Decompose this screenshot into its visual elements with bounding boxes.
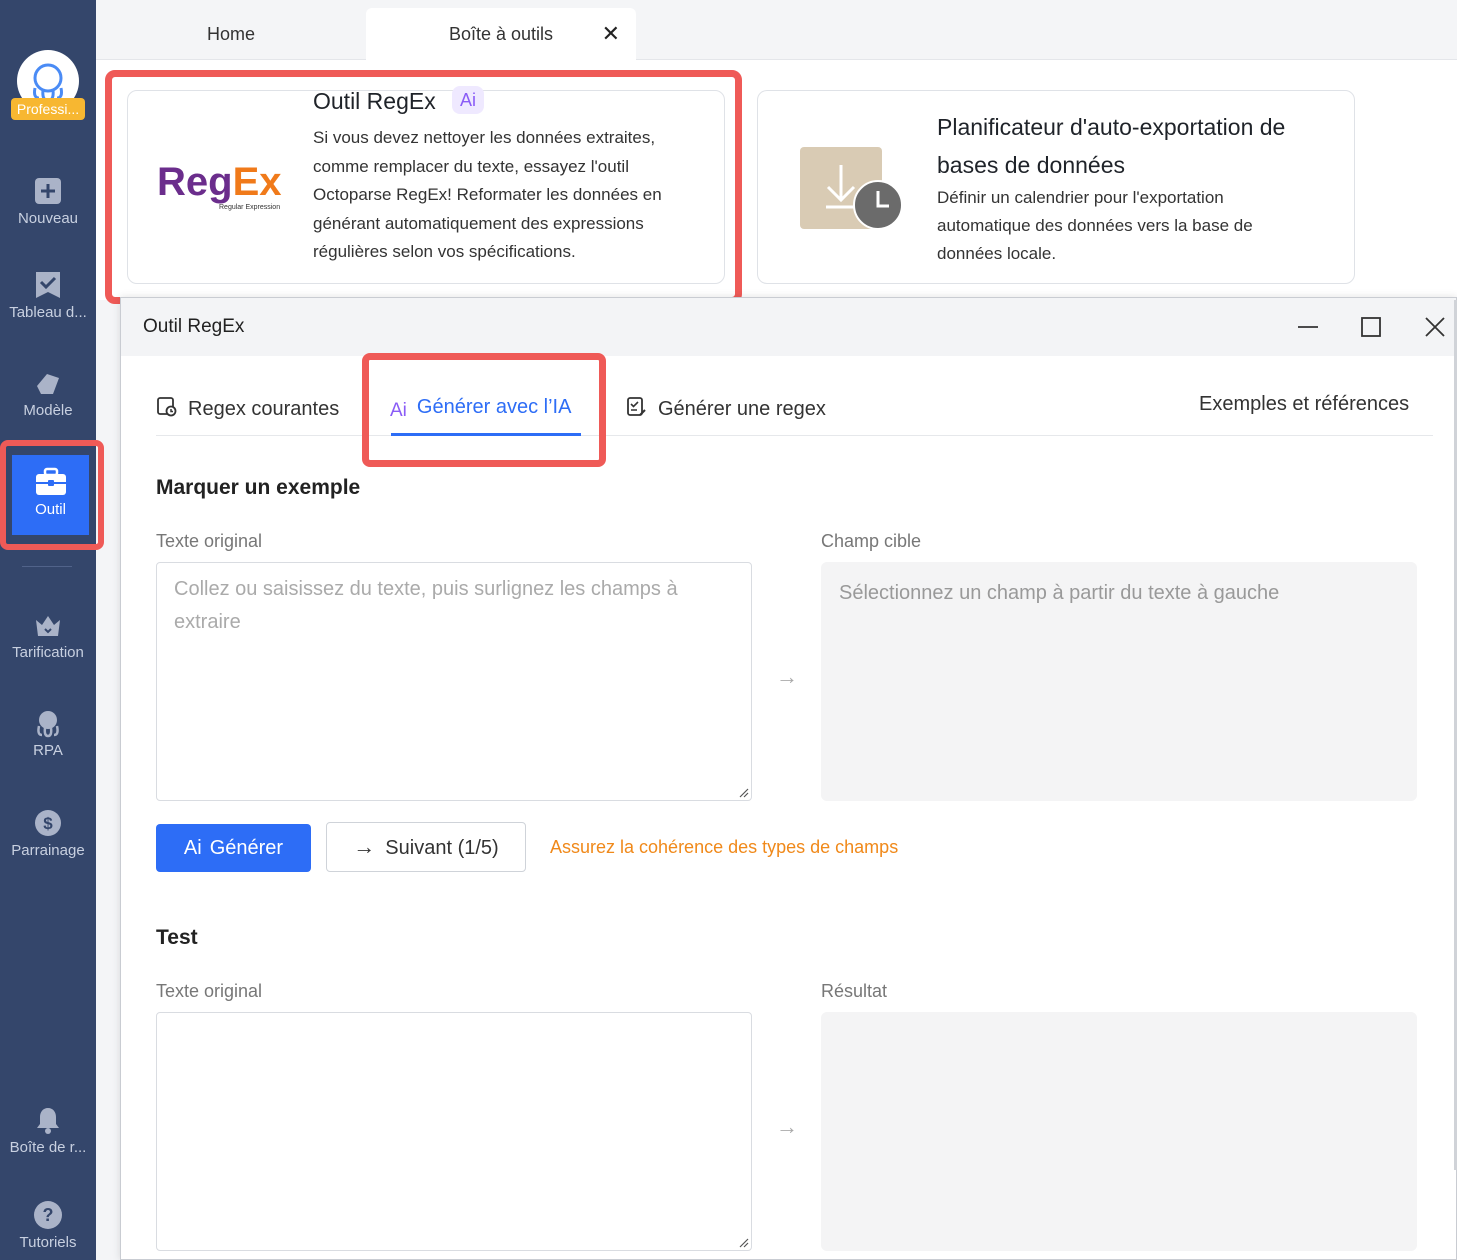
minimize-icon[interactable] — [1293, 312, 1323, 342]
nav-label: Tutoriels — [19, 1234, 77, 1251]
target-field-box[interactable]: Sélectionnez un champ à partir du texte … — [821, 562, 1417, 801]
next-button[interactable]: → Suivant (1/5) — [326, 822, 526, 872]
nav-rpa[interactable]: RPA — [0, 708, 96, 759]
arrow-right-icon: → — [776, 664, 798, 689]
result-box — [821, 1012, 1417, 1251]
generate-button[interactable]: Ai Générer — [156, 824, 311, 872]
nav-label: Tableau d... — [9, 304, 87, 321]
resize-grip-icon[interactable] — [737, 786, 749, 798]
result-label: Résultat — [821, 981, 888, 1001]
tab-home[interactable]: Home — [166, 8, 296, 60]
field-type-consistency-link[interactable]: Assurez la cohérence des types de champs — [550, 837, 898, 858]
mark-section-title: Marquer un exemple — [156, 476, 361, 499]
rpa-octopus-icon — [37, 711, 59, 738]
nav-label: Boîte de r... — [9, 1139, 87, 1156]
dialog-titlebar[interactable]: Outil RegEx — [121, 298, 1456, 356]
nav-boite-reception[interactable]: Boîte de r... — [0, 1105, 96, 1156]
target-field-label: Champ cible — [821, 531, 922, 551]
nav-label: Modèle — [23, 402, 73, 419]
dashboard-check-icon — [36, 272, 60, 298]
plan-badge: Professi... — [11, 98, 85, 120]
tab-boite-a-outils[interactable]: Boîte à outils ✕ — [366, 8, 636, 60]
crown-icon — [36, 616, 60, 636]
regex-tool-dialog: Outil RegEx Regex courantes Ai Générer av… — [120, 297, 1457, 1260]
dollar-icon: $ — [35, 810, 61, 836]
maximize-icon[interactable] — [1356, 312, 1386, 342]
nav-label: RPA — [33, 742, 63, 759]
generate-label: Générer — [209, 837, 284, 859]
scheduler-card-description: Définir un calendrier pour l'exportation… — [937, 188, 1253, 263]
nav-divider — [22, 566, 72, 567]
nav-modele[interactable]: Modèle — [0, 368, 96, 419]
sidebar: Professi... Nouveau Tableau d... Modèle … — [0, 0, 104, 1260]
regex-logo: RegEx Regular Expression — [157, 160, 287, 216]
tab-regex-courantes[interactable]: Regex courantes — [156, 396, 339, 421]
nav-nouveau[interactable]: Nouveau — [0, 176, 96, 227]
original-text-input[interactable]: Collez ou saisissez du texte, puis surli… — [156, 562, 752, 801]
test-original-text-input[interactable] — [156, 1012, 752, 1251]
tab-generer-regex[interactable]: Générer une regex — [626, 396, 826, 421]
arrow-right-icon: → — [353, 834, 376, 859]
target-field-placeholder: Sélectionnez un champ à partir du texte … — [839, 582, 1280, 604]
regex-edit-icon — [627, 397, 646, 416]
nav-label: Tarification — [12, 644, 84, 661]
scheduler-card-title: Planificateur d'auto-exportation de base… — [937, 114, 1286, 178]
logo-subtitle: Regular Expression — [219, 204, 281, 211]
regex-card-title: Outil RegEx — [313, 88, 436, 114]
svg-text:?: ? — [43, 1205, 54, 1225]
ai-sparkle-icon: Ai — [452, 86, 484, 114]
regex-list-icon — [157, 397, 177, 417]
regex-card-description: Si vous devez nettoyer les données extra… — [313, 128, 662, 261]
dialog-title: Outil RegEx — [143, 316, 245, 337]
logo-text-ex: Ex — [232, 160, 282, 204]
test-original-text-label: Texte original — [156, 981, 263, 1001]
ai-tab-highlight — [362, 353, 606, 467]
tab-label: Regex courantes — [188, 398, 340, 420]
close-tab-icon[interactable]: ✕ — [602, 8, 620, 60]
svg-text:$: $ — [43, 814, 53, 833]
bell-icon — [37, 1108, 59, 1134]
nav-tutoriels[interactable]: ? Tutoriels — [0, 1200, 96, 1251]
nav-parrainage[interactable]: $ Parrainage — [0, 808, 96, 859]
toolbox-icon — [35, 467, 66, 495]
logo-text-reg: Reg — [157, 160, 233, 204]
nav-outil[interactable]: Outil — [12, 455, 89, 535]
original-text-label: Texte original — [156, 531, 263, 551]
ai-sparkle-icon: Ai — [183, 837, 202, 859]
close-icon[interactable] — [1420, 312, 1450, 342]
nav-label: Outil — [35, 501, 66, 518]
next-label: Suivant (1/5) — [385, 837, 499, 859]
arrow-right-icon: → — [776, 1114, 798, 1139]
tab-label: Générer une regex — [658, 398, 826, 420]
resize-grip-icon[interactable] — [737, 1236, 749, 1248]
nav-tableau[interactable]: Tableau d... — [0, 270, 96, 321]
test-section-title: Test — [156, 926, 198, 949]
template-icon — [37, 374, 59, 394]
download-clock-icon — [800, 147, 904, 231]
avatar[interactable]: Professi... — [11, 50, 85, 120]
tab-exemples-references[interactable]: Exemples et références — [1199, 393, 1409, 416]
tab-bar: Home Boîte à outils ✕ — [96, 0, 1457, 60]
help-icon: ? — [34, 1201, 62, 1229]
nav-label: Nouveau — [17, 210, 79, 227]
nav-tarification[interactable]: Tarification — [0, 610, 96, 661]
tab-label: Boîte à outils — [448, 24, 554, 44]
original-text-placeholder: Collez ou saisissez du texte, puis surli… — [174, 578, 678, 633]
plus-square-icon — [35, 178, 61, 204]
dialog-tabs: Regex courantes Ai Générer avec l’IA Géné… — [156, 358, 1433, 436]
nav-label: Parrainage — [11, 842, 85, 859]
